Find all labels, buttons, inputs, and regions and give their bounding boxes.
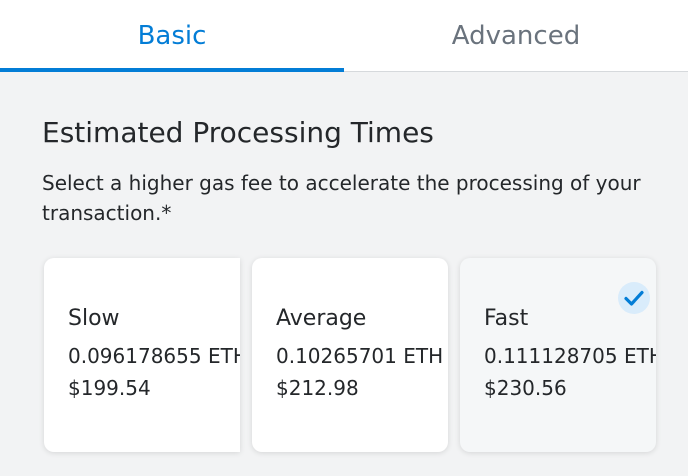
check-icon [618, 282, 650, 314]
gas-option-label: Average [276, 306, 367, 331]
tab-advanced-label: Advanced [451, 20, 581, 51]
tab-advanced[interactable]: Advanced [344, 0, 688, 71]
section-description: Select a higher gas fee to accelerate th… [42, 171, 641, 225]
gas-option-fast[interactable]: Fast 0.111128705 ETH $230.56 [460, 258, 656, 452]
gas-option-usd: $199.54 [68, 376, 151, 400]
gas-option-eth: 0.111128705 ETH [484, 344, 656, 368]
gas-option-eth: 0.10265701 ETH [276, 344, 444, 368]
gas-option-slow[interactable]: Slow 0.096178655 ETH $199.54 [44, 258, 240, 452]
gas-option-average[interactable]: Average 0.10265701 ETH $212.98 [252, 258, 448, 452]
tab-basic-label: Basic [137, 20, 207, 51]
fee-tabs: Basic Advanced [0, 0, 688, 72]
gas-option-usd: $212.98 [276, 376, 359, 400]
section-title: Estimated Processing Times [42, 116, 434, 149]
tab-basic[interactable]: Basic [0, 0, 344, 72]
gas-option-label: Slow [68, 306, 120, 331]
gas-option-label: Fast [484, 306, 529, 331]
gas-option-eth: 0.096178655 ETH [68, 344, 240, 368]
gas-option-usd: $230.56 [484, 376, 567, 400]
